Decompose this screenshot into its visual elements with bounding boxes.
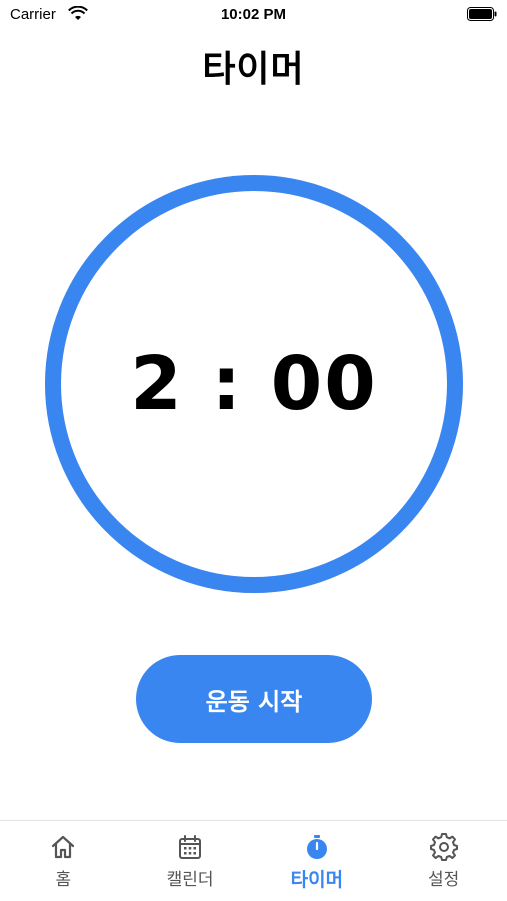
status-time: 10:02 PM — [220, 6, 287, 23]
tab-bar: 홈 캘린더 타이머 설정 — [0, 820, 507, 901]
status-bar: Carrier 10:02 PM — [0, 0, 507, 32]
gear-icon — [429, 833, 458, 861]
calendar-icon — [179, 835, 202, 859]
battery-icon — [467, 7, 497, 21]
timer-display: 2 : 00 — [130, 341, 378, 427]
page-title: 타이머 — [202, 49, 305, 90]
stopwatch-icon — [306, 835, 327, 859]
tab-calendar[interactable]: 캘린더 — [127, 821, 254, 901]
tab-settings[interactable]: 설정 — [380, 821, 507, 901]
tab-label: 캘린더 — [166, 870, 214, 890]
tab-home[interactable]: 홈 — [0, 821, 127, 901]
start-workout-button[interactable]: 운동 시작 — [136, 655, 372, 743]
tab-timer[interactable]: 타이머 — [254, 821, 381, 901]
tab-label: 설정 — [427, 870, 460, 890]
home-icon — [52, 835, 75, 859]
tab-label: 타이머 — [290, 869, 344, 891]
tab-label: 홈 — [55, 870, 72, 890]
